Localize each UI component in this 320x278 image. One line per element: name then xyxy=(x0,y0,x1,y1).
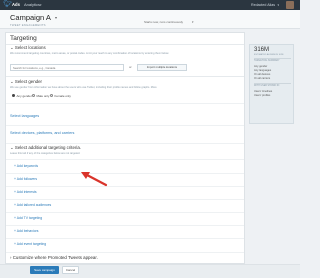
summary-item: On all carriers xyxy=(254,77,271,80)
edit-caret-icon[interactable]: ▾ xyxy=(55,14,57,21)
gender-heading: ⌄ Select gender xyxy=(10,79,43,84)
customize-heading: › Customize where Promoted Tweets appear… xyxy=(10,255,98,260)
divider xyxy=(254,83,291,84)
location-search-input[interactable] xyxy=(10,64,124,71)
chevron-down-icon: ▾ xyxy=(277,3,279,7)
user-menu[interactable]: Redacted Alias xyxy=(251,1,275,9)
annotation-arrow xyxy=(81,172,108,187)
with-label: WITH USER SHOWN IN xyxy=(254,85,280,87)
divider xyxy=(254,58,291,59)
summary-item: Any languages xyxy=(254,69,272,72)
gender-any-radio[interactable]: Any gender xyxy=(12,94,32,98)
add-interests-link[interactable]: + Add interests xyxy=(14,190,37,195)
avatar[interactable] xyxy=(286,1,294,9)
additional-heading: ⌄ Select additional targeting criteria. xyxy=(10,145,82,150)
add-keywords-link[interactable]: + Add keywords xyxy=(14,164,38,169)
divider xyxy=(6,212,244,213)
divider xyxy=(6,76,244,77)
audience-count-label: ESTIMATED AUDIENCE SIZE xyxy=(254,54,284,56)
divider xyxy=(6,143,244,144)
save-campaign-button[interactable]: Save campaign xyxy=(30,266,59,274)
chevron-right-icon[interactable]: › xyxy=(10,255,11,260)
radio-icon xyxy=(50,94,53,98)
add-followers-link[interactable]: + Add followers xyxy=(14,177,37,182)
select-languages-link[interactable]: Select languages xyxy=(10,114,39,119)
divider xyxy=(6,186,244,187)
add-tv-targeting-link[interactable]: + Add TV targeting xyxy=(14,216,42,221)
campaign-schedule[interactable]: Starts now, runs continuously xyxy=(144,20,183,24)
add-tailored-audiences-link[interactable]: + Add tailored audiences xyxy=(14,203,51,208)
twitter-bird-icon[interactable]: 🐦︎ xyxy=(3,1,12,9)
chevron-down-icon: ▾ xyxy=(40,3,42,7)
import-locations-button[interactable]: Import multiple locations xyxy=(137,64,187,71)
divider xyxy=(6,252,244,253)
divider xyxy=(6,238,244,239)
brand-label[interactable]: Ads xyxy=(12,1,20,9)
top-nav: 🐦︎ Ads Analytics ▾ Redacted Alias ▾ xyxy=(0,0,300,10)
divider xyxy=(6,125,244,126)
add-event-targeting-link[interactable]: + Add event targeting xyxy=(14,242,46,247)
audience-count: 316M xyxy=(254,47,270,53)
targeting-card: Targeting ⌄ Select locations We recommen… xyxy=(5,32,245,264)
chevron-down-icon[interactable]: ⌄ xyxy=(10,79,14,84)
gender-description: We use gender from information we have a… xyxy=(10,86,157,89)
divider xyxy=(6,225,244,226)
divider xyxy=(6,103,244,104)
campaign-title[interactable]: Campaign A xyxy=(10,13,51,22)
with-item: Users' profiles xyxy=(254,94,271,97)
chevron-down-icon[interactable]: ⌄ xyxy=(10,45,14,50)
divider xyxy=(6,159,244,160)
chevron-down-icon[interactable]: ⌄ xyxy=(10,145,14,150)
summary-item: Any gender xyxy=(254,65,268,68)
gender-female-radio[interactable]: Female only xyxy=(50,94,71,98)
locations-description: We recommend targeting countries, metro … xyxy=(10,52,169,55)
summary-label: TARGETING SUMMARY xyxy=(254,60,280,62)
radio-selected-icon xyxy=(12,94,15,98)
targeting-title: Targeting xyxy=(10,35,37,42)
or-label: or xyxy=(129,65,132,69)
additional-description: Leave this tab if any of the categories … xyxy=(10,152,81,155)
campaign-header: Campaign A ▾ TWEET ENGAGEMENTS Starts no… xyxy=(0,10,300,29)
divider xyxy=(6,173,244,174)
summary-item: On all devices xyxy=(254,73,271,76)
locations-heading: ⌄ Select locations xyxy=(10,45,46,50)
audience-summary: 316M ESTIMATED AUDIENCE SIZE TARGETING S… xyxy=(249,44,294,124)
chevron-down-icon: ▾ xyxy=(192,20,194,24)
divider xyxy=(6,199,244,200)
campaign-objective: TWEET ENGAGEMENTS xyxy=(10,23,46,27)
select-devices-link[interactable]: Select devices, platforms, and carriers xyxy=(10,131,74,136)
analytics-menu[interactable]: Analytics xyxy=(24,1,40,9)
radio-icon xyxy=(32,94,35,98)
add-behaviors-link[interactable]: + Add behaviors xyxy=(14,229,38,234)
gender-male-radio[interactable]: Male only xyxy=(32,94,49,98)
with-item: Users' timelines xyxy=(254,90,273,93)
cancel-button[interactable]: Cancel xyxy=(62,266,79,274)
